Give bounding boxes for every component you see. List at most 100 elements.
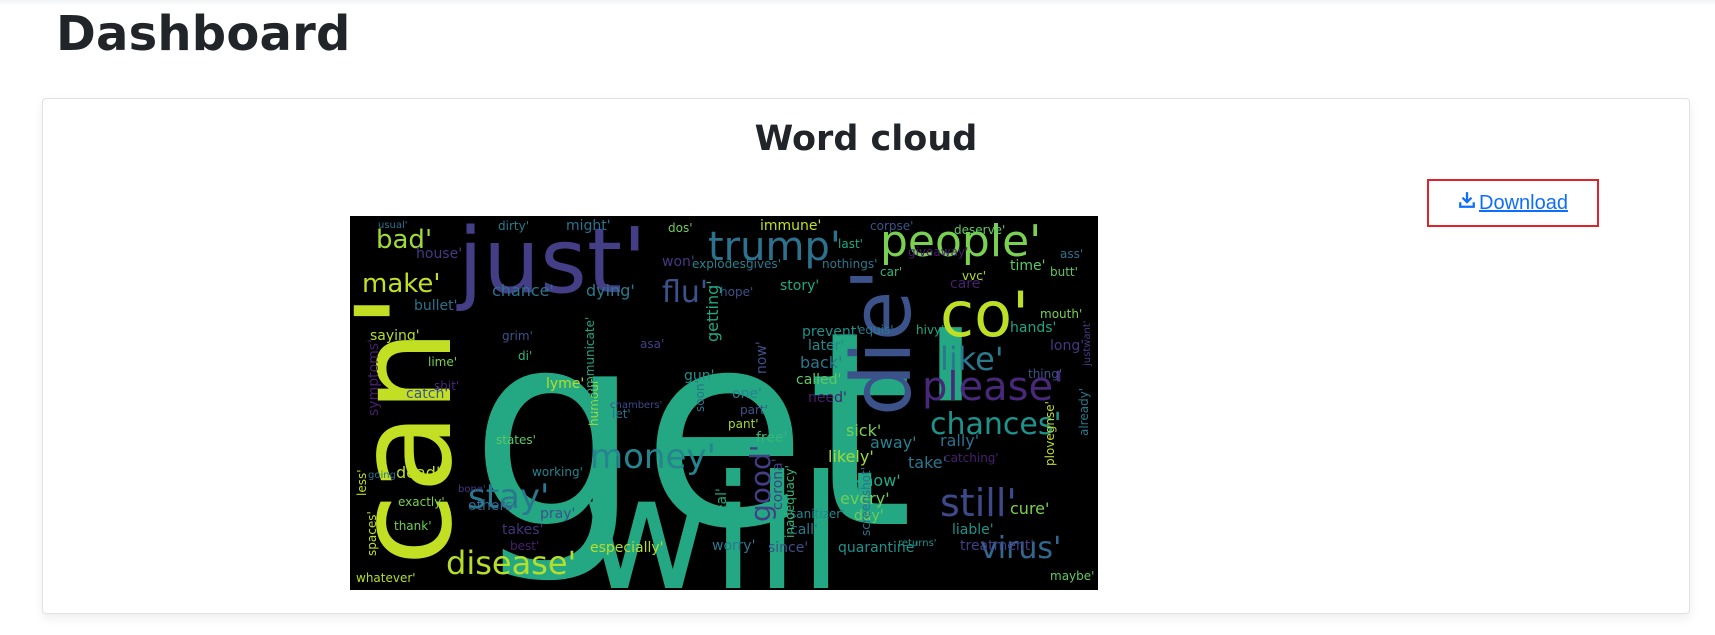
word-cloud-word: later' [808, 338, 844, 354]
word-cloud-word: back' [800, 353, 842, 372]
word-cloud-word: exactly' [398, 495, 445, 509]
word-cloud-word: grim' [502, 329, 533, 343]
word-cloud-word: won' [662, 254, 695, 270]
word-cloud-word: hands' [1010, 320, 1056, 336]
word-cloud-word: make' [362, 269, 441, 299]
word-cloud-word: bullet' [414, 298, 458, 314]
word-cloud-word: nothings' [822, 257, 877, 271]
word-cloud-word: pant' [728, 417, 759, 431]
word-cloud-word: die' [835, 268, 930, 416]
word-cloud-word: hivy' [916, 323, 944, 337]
word-cloud-word: dying' [586, 281, 635, 300]
word-cloud-word: free' [756, 430, 787, 446]
word-cloud-word: going' [368, 470, 399, 481]
word-cloud-word: money' [590, 437, 716, 477]
word-cloud-word: best' [510, 539, 539, 553]
word-cloud-svg: get'will'can'just'die' co'people'trump'pl… [350, 216, 1094, 590]
word-cloud-word: story' [780, 278, 819, 294]
word-cloud-image: get' will' can' just' die' co' people' trump' pl… [350, 216, 1098, 590]
word-cloud-word: ass' [1060, 247, 1083, 261]
word-cloud-word: rally' [940, 431, 979, 450]
word-cloud-word: symptoms' [366, 339, 382, 416]
word-cloud-word: treatment' [960, 538, 1034, 554]
word-cloud-word: chance' [492, 281, 554, 300]
word-cloud-word: bone' [458, 484, 486, 495]
word-cloud-word: flu' [662, 275, 708, 310]
word-cloud-word: long' [1050, 338, 1084, 354]
word-cloud-word: getting' [703, 280, 722, 342]
word-cloud-word: dirty' [498, 219, 529, 233]
word-cloud-word: worry' [712, 538, 755, 554]
word-cloud-word: mouth' [1040, 307, 1082, 321]
word-cloud-word: returns' [898, 538, 937, 549]
word-cloud-word: lime' [428, 355, 457, 369]
word-cloud-word: giveaway' [908, 245, 968, 259]
word-cloud-word: already' [1077, 388, 1091, 436]
word-cloud-word: cure' [1010, 499, 1049, 518]
word-cloud-word: might' [566, 218, 611, 234]
word-cloud-word: inadequacy' [783, 465, 797, 538]
word-cloud-word: like' [940, 340, 1004, 378]
word-cloud-word: di' [518, 349, 532, 363]
word-cloud-word: working' [532, 465, 583, 479]
word-cloud-word: explodes' [692, 257, 749, 271]
word-cloud-word: plovegnse' [1043, 401, 1057, 466]
word-cloud-word: since' [768, 540, 808, 556]
word-cloud-word: vvc' [962, 269, 986, 283]
page-title: Dashboard [56, 6, 351, 62]
word-cloud-word: takes' [502, 522, 543, 538]
word-cloud-word: less' [355, 469, 369, 496]
word-cloud-word: hope' [720, 285, 753, 299]
word-cloud-word: liable' [952, 522, 994, 538]
word-cloud-word: thank' [394, 519, 432, 533]
word-cloud-word: car' [880, 265, 902, 279]
word-cloud-word: take' [908, 453, 947, 472]
word-cloud-word: dead' [396, 463, 440, 482]
word-cloud-word: gives' [746, 257, 781, 271]
download-highlight: Download [1427, 179, 1599, 227]
word-cloud-word: called' [796, 372, 841, 388]
word-cloud-word: likely' [828, 447, 874, 466]
word-cloud-word: especially' [590, 540, 664, 556]
word-cloud-word: dos' [668, 221, 693, 235]
word-cloud-word: usual' [378, 220, 408, 231]
download-label: Download [1479, 191, 1568, 214]
download-icon [1458, 191, 1476, 215]
word-cloud-word: time' [1010, 258, 1045, 274]
word-cloud-word: need' [808, 390, 847, 406]
word-cloud-word: others' [468, 498, 516, 514]
word-cloud-word: last' [838, 237, 863, 251]
word-cloud-word: deserve' [954, 223, 1005, 237]
word-cloud-word: still' [940, 481, 1017, 525]
word-cloud-word: prevent' [802, 324, 860, 340]
word-cloud-word: screenshot' [859, 467, 873, 536]
word-cloud-word: justwant' [1082, 320, 1093, 367]
word-cloud-word: pray' [540, 506, 575, 522]
word-cloud-word: asa' [640, 337, 664, 351]
card-title: Word cloud [754, 119, 978, 159]
word-cloud-word: thing' [1028, 367, 1062, 381]
download-link[interactable]: Download [1458, 191, 1568, 215]
word-cloud-card: Word cloud Download get' will' can' just' di… [42, 98, 1690, 614]
word-cloud-word: equis' [858, 323, 894, 337]
word-cloud-word: immune' [760, 218, 821, 234]
word-cloud-word: corpse' [870, 219, 913, 233]
word-cloud-word: house' [416, 246, 462, 262]
word-cloud-word: butt' [1050, 265, 1078, 279]
word-cloud-word: shit' [434, 379, 459, 393]
word-cloud-word: now' [754, 341, 770, 374]
word-cloud-word: spaces' [365, 511, 379, 556]
word-cloud-word: states' [496, 433, 536, 447]
word-cloud-word: heal' [714, 488, 730, 522]
word-cloud-word: one' [732, 386, 762, 402]
word-cloud-word: away' [870, 433, 917, 452]
word-cloud-word: catching' [944, 451, 999, 465]
word-cloud-word: lyme' [546, 376, 584, 392]
word-cloud-word: excommunicate' [583, 317, 597, 416]
word-cloud-word: part' [740, 403, 768, 417]
word-cloud-word: maybe' [1050, 569, 1094, 583]
word-cloud-word: soon' [693, 380, 707, 412]
word-cloud-word: whatever' [356, 571, 416, 585]
word-cloud-word: sanitizer' [790, 507, 845, 521]
word-cloud-word: chambers' [610, 400, 662, 411]
